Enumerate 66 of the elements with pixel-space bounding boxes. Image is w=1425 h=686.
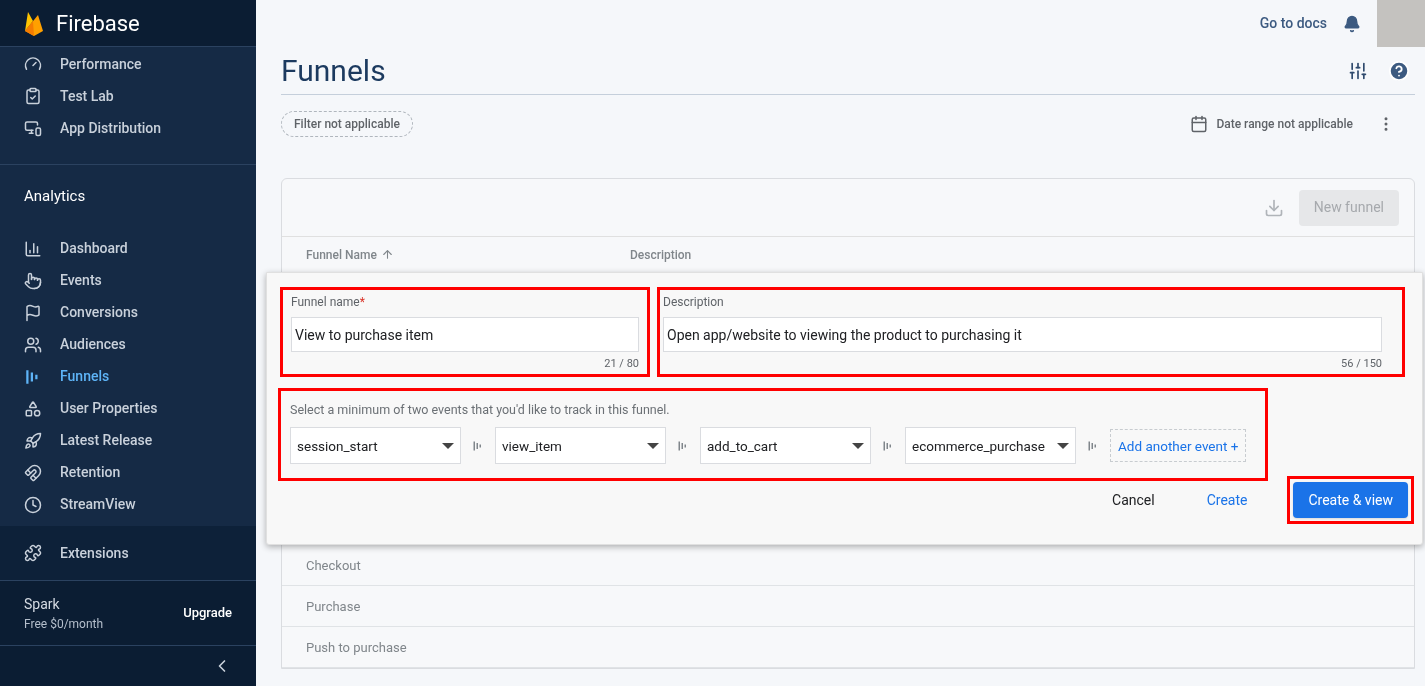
magnet-icon xyxy=(24,463,42,482)
sidebar-item[interactable]: StreamView xyxy=(0,488,256,521)
sidebar-item[interactable]: Funnels xyxy=(0,360,256,393)
input-field[interactable]: View to purchase item xyxy=(291,317,639,352)
clipboard-check-icon xyxy=(24,87,42,105)
page-title: Funnels xyxy=(281,52,386,90)
table-cell-text: Push to purchase xyxy=(306,638,407,657)
bell-icon[interactable] xyxy=(1343,14,1361,33)
docs-link[interactable]: Go to docs xyxy=(1259,13,1327,34)
event-select[interactable]: add_to_cart xyxy=(700,427,871,465)
sidebar-item[interactable]: Conversions xyxy=(0,296,256,329)
plan-name: Spark xyxy=(24,594,61,614)
sidebar-item[interactable]: Events xyxy=(0,264,256,297)
sidebar-item[interactable]: Retention xyxy=(0,456,256,489)
sidebar-item[interactable]: Performance xyxy=(0,48,256,80)
sidebar-item[interactable]: Latest Release xyxy=(0,424,256,457)
char-counter: 56 / 150 xyxy=(1340,356,1382,372)
sidebar-item[interactable]: App Distribution xyxy=(0,112,256,144)
devices-icon xyxy=(24,119,42,137)
calendar-icon[interactable] xyxy=(1190,115,1209,133)
funnel-icon xyxy=(882,439,894,452)
cancel-button[interactable]: Cancel xyxy=(1092,490,1175,512)
table-cell-text: Purchase xyxy=(306,597,361,616)
sort-arrow-icon xyxy=(380,248,394,261)
event-select[interactable]: session_start xyxy=(290,427,461,465)
help-icon[interactable] xyxy=(1388,59,1410,82)
sidebar-item[interactable]: Test Lab xyxy=(0,80,256,112)
funnel-icon xyxy=(677,439,689,452)
sidebar-item[interactable]: Extensions xyxy=(0,526,256,580)
date-range[interactable]: Date range not applicable xyxy=(1216,115,1353,133)
puzzle-icon xyxy=(24,544,42,562)
sidebar-item[interactable]: Dashboard xyxy=(0,232,256,265)
sliders-icon[interactable] xyxy=(1348,60,1368,81)
column-header[interactable]: Funnel Name xyxy=(306,245,630,264)
column-header: Description xyxy=(630,246,692,264)
add-event-button[interactable]: Add another event + xyxy=(1110,429,1247,463)
people-icon xyxy=(24,335,42,354)
field-label: Funnel name* xyxy=(291,294,366,311)
dropdown-caret-icon xyxy=(1057,442,1069,449)
pointer-icon xyxy=(24,271,42,290)
dropdown-caret-icon xyxy=(852,442,864,449)
dropdown-caret-icon xyxy=(647,442,659,449)
create-view-button[interactable]: Create & view xyxy=(1293,482,1408,519)
create-button[interactable]: Create xyxy=(1186,490,1268,512)
field-label: Description xyxy=(663,294,725,311)
event-select[interactable]: view_item xyxy=(495,427,666,465)
section-title: Analytics xyxy=(23,186,87,207)
sidebar-item[interactable]: User Properties xyxy=(0,392,256,425)
upgrade-button[interactable]: Upgrade xyxy=(183,603,232,623)
bar-chart-icon xyxy=(24,239,42,258)
shapes-icon xyxy=(24,399,42,418)
input-field[interactable]: Open app/website to viewing the product to purchasing it xyxy=(663,317,1382,352)
char-counter: 21 / 80 xyxy=(603,356,639,372)
table-cell-text: Checkout xyxy=(306,556,361,575)
dropdown-caret-icon xyxy=(442,442,454,449)
events-hint: Select a minimum of two events that you'd like to track in this funnel. xyxy=(290,400,671,419)
funnel-icon xyxy=(1087,439,1099,452)
gauge-icon xyxy=(24,55,42,73)
event-select[interactable]: ecommerce_purchase xyxy=(905,427,1076,465)
brand-name: Firebase xyxy=(56,9,140,38)
sidebar-item[interactable]: Audiences xyxy=(0,328,256,361)
plan-price: Free $0/month xyxy=(24,615,104,633)
rocket-icon xyxy=(24,431,42,450)
funnel-icon xyxy=(472,439,484,452)
clock-icon xyxy=(24,495,42,514)
flag-icon xyxy=(24,303,42,322)
